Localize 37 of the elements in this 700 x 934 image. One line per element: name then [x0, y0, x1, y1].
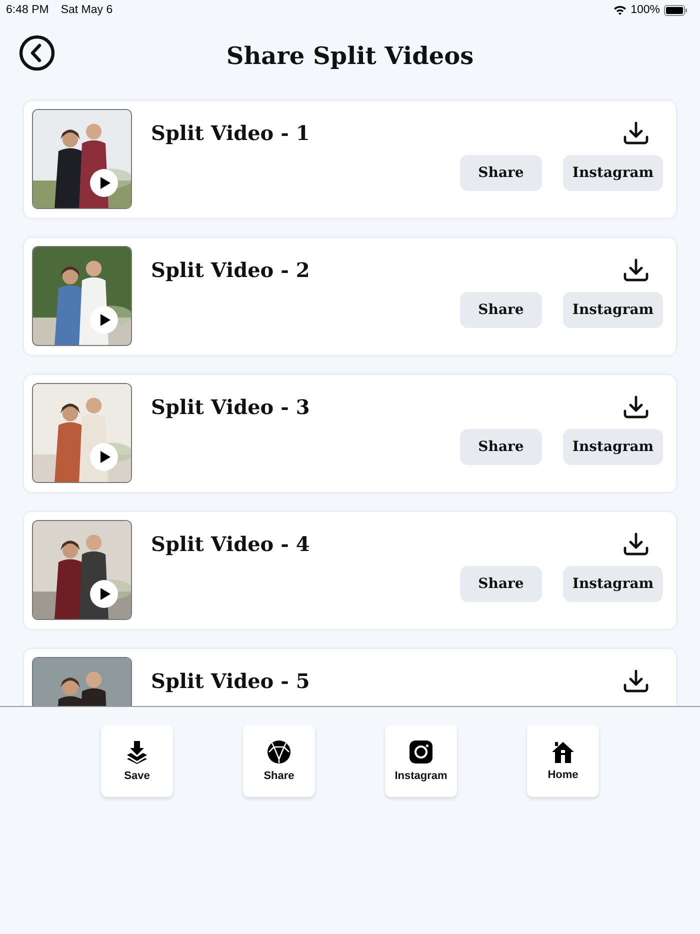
instagram-button[interactable]: Instagram [563, 292, 663, 328]
play-icon[interactable] [90, 306, 118, 334]
back-button[interactable] [18, 34, 56, 72]
video-title: Split Video - 2 [151, 258, 310, 282]
download-icon[interactable] [623, 669, 649, 693]
share-button[interactable]: Share [243, 725, 315, 797]
share-button[interactable]: Share [460, 292, 542, 328]
download-tray-icon [125, 740, 149, 764]
instagram-button[interactable]: Instagram [563, 566, 663, 602]
instagram-button[interactable]: Instagram [563, 155, 663, 191]
download-icon[interactable] [623, 532, 649, 556]
camera-icon [409, 740, 433, 764]
video-title: Split Video - 4 [151, 532, 310, 556]
status-time: 6:48 PM [6, 4, 49, 16]
download-icon[interactable] [623, 121, 649, 145]
play-icon[interactable] [90, 443, 118, 471]
download-icon[interactable] [623, 258, 649, 282]
share-button[interactable]: Share [460, 155, 542, 191]
home-icon [551, 741, 575, 763]
status-date: Sat May 6 [60, 4, 113, 16]
battery-percentage: 100% [630, 4, 660, 16]
page-title: Share Split Videos [226, 40, 474, 70]
instagram-button[interactable]: Instagram [385, 725, 457, 797]
video-title: Split Video - 5 [151, 669, 310, 693]
share-button[interactable]: Share [460, 429, 542, 465]
share-button[interactable]: Share [460, 566, 542, 602]
home-button[interactable]: Home [527, 725, 599, 797]
battery-icon [664, 4, 688, 16]
video-title: Split Video - 1 [151, 121, 310, 145]
network-globe-icon [267, 740, 291, 764]
download-icon[interactable] [623, 395, 649, 419]
instagram-button[interactable]: Instagram [563, 429, 663, 465]
play-icon[interactable] [90, 169, 118, 197]
video-title: Split Video - 3 [151, 395, 310, 419]
save-button[interactable]: Save [101, 725, 173, 797]
wifi-icon [612, 5, 627, 15]
play-icon[interactable] [90, 580, 118, 608]
